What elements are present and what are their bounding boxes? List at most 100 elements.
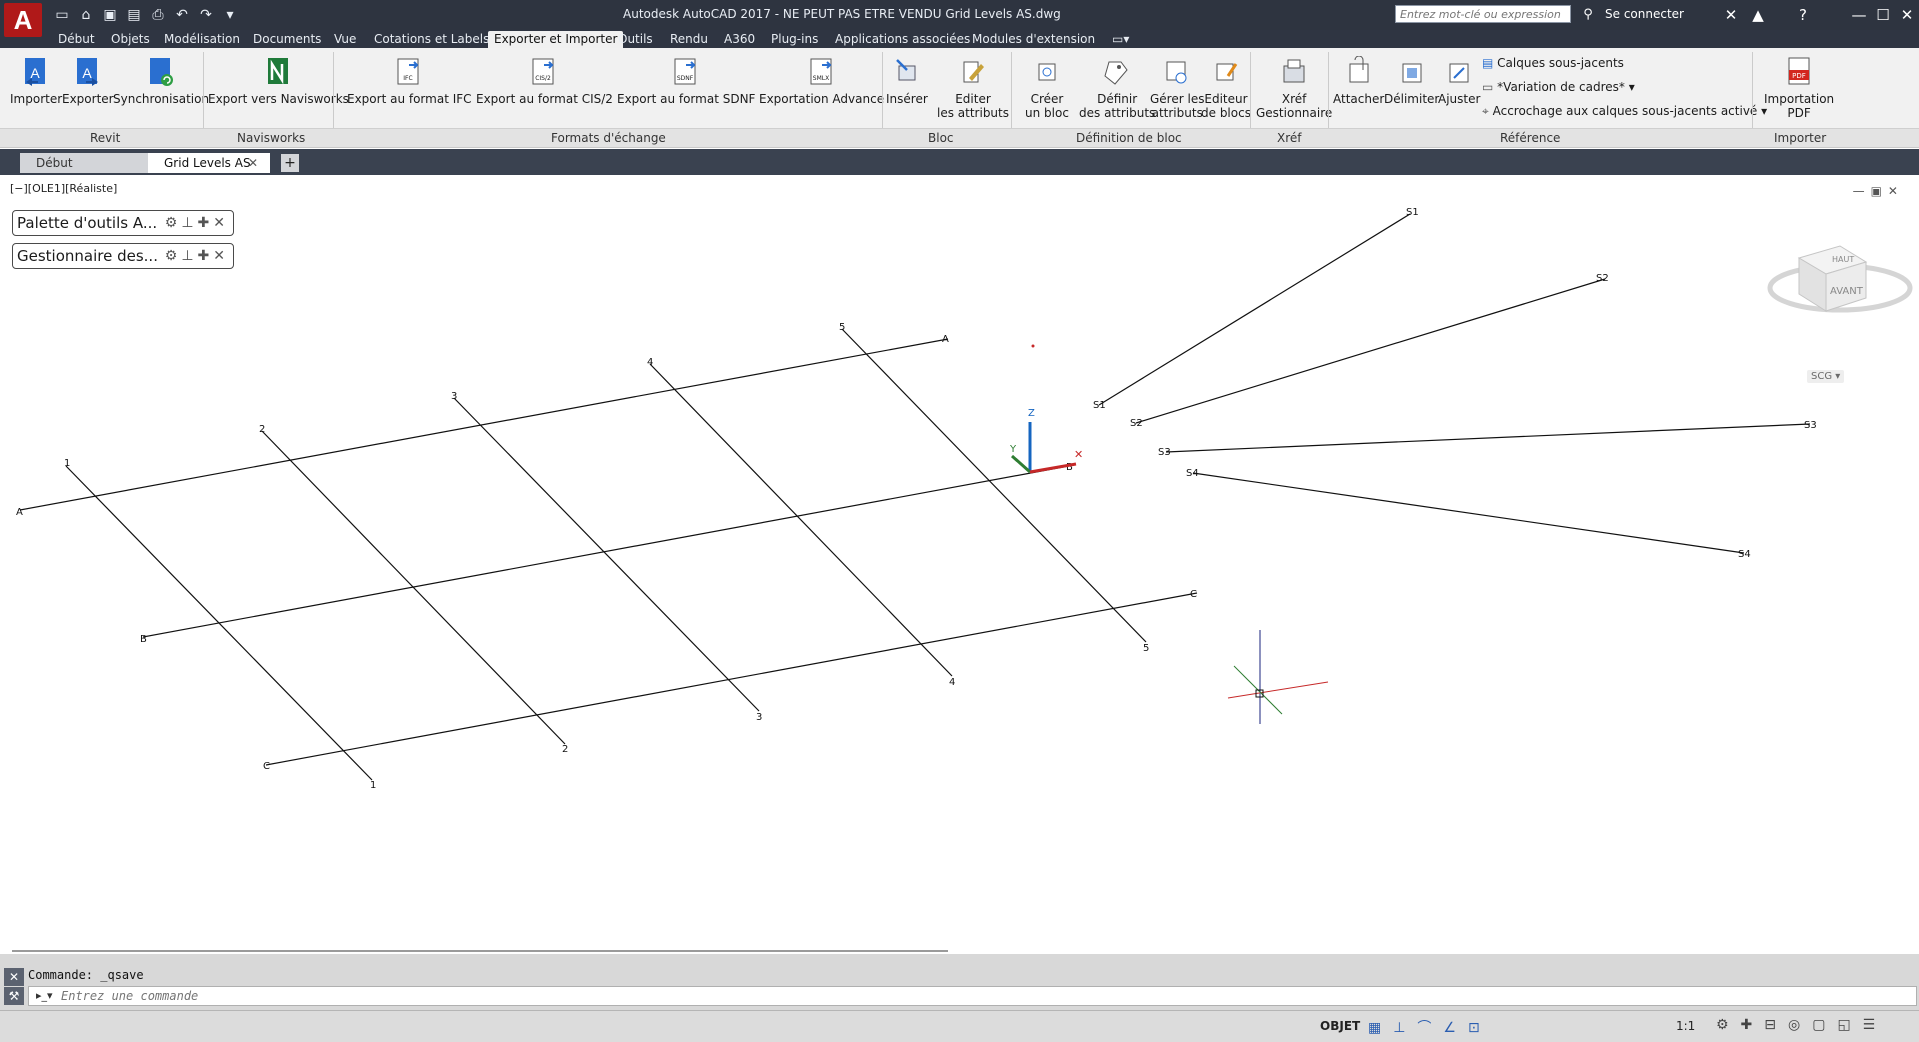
annotation-scale-dropdown[interactable]: 1:1 (1676, 1019, 1695, 1033)
autodesk-app-store-icon[interactable]: ▲ (1745, 4, 1771, 26)
tab-debut[interactable]: Début (58, 31, 95, 48)
print-icon[interactable]: ⎙ (148, 5, 168, 25)
tab-documents[interactable]: Documents (253, 31, 321, 48)
calques-sous-jacents-button[interactable]: ▤ Calques sous-jacents (1482, 56, 1624, 70)
binoculars-icon[interactable]: ⚲ (1575, 4, 1601, 26)
new-file-icon[interactable]: ▭ (52, 5, 72, 25)
grid-label-1-end: 1 (370, 780, 376, 791)
gerer-attributs-button[interactable]: Gérer les attributs (1150, 56, 1204, 120)
panel-label-formats[interactable]: Formats d'échange (551, 131, 666, 145)
panel-label-navisworks: Navisworks (237, 131, 306, 145)
tab-applications[interactable]: Applications associées (835, 31, 970, 48)
tab-exporter-importer[interactable]: Exporter et Importer (488, 31, 624, 48)
export-advance-button[interactable]: SMLX Exportation Advance (759, 56, 884, 106)
save-icon[interactable]: ▣ (100, 5, 120, 25)
ribbon-minimize-icon[interactable]: ▭▾ (1112, 31, 1129, 48)
drafting-settings-icons[interactable]: ▦⊥⌒∠⊡ (1368, 1017, 1492, 1037)
svg-text:PDF: PDF (1792, 72, 1806, 80)
importation-pdf-button[interactable]: PDF Importation PDF (1764, 56, 1834, 120)
close-tab-icon[interactable]: ✕ (244, 153, 262, 173)
definir-attributs-button[interactable]: Définir des attributs (1079, 56, 1155, 120)
export-ifc-button[interactable]: IFC Export au format IFC (347, 56, 472, 106)
minimize-icon[interactable]: — (1846, 4, 1872, 26)
save-as-icon[interactable]: ▤ (124, 5, 144, 25)
customize-command-line-icon[interactable]: ⚒ (4, 987, 24, 1005)
close-command-line-icon[interactable]: ✕ (4, 968, 24, 986)
command-input[interactable] (28, 986, 1917, 1006)
status-bar: OBJET ▦⊥⌒∠⊡ 1:1 ⚙✚⊟◎▢◱☰ (0, 1010, 1919, 1042)
radial-label-4-start: S4 (1186, 468, 1199, 479)
accrochage-dropdown[interactable]: ⌖ Accrochage aux calques sous-jacents ac… (1482, 104, 1767, 119)
radial-label-3-start: S3 (1158, 447, 1171, 458)
synchronisation-button[interactable]: Synchronisation (113, 56, 209, 106)
frame-icon: ▭ (1482, 80, 1494, 94)
viewcube[interactable]: HAUT AVANT (1767, 245, 1913, 313)
editer-attributs-button[interactable]: Editer les attributs (937, 56, 1009, 120)
ucs-menu-dropdown[interactable]: SCG ▾ (1807, 370, 1845, 383)
drawing-canvas[interactable]: A A B B C C 1 1 2 2 3 3 4 4 5 5 S1 S1 S2… (2, 176, 1914, 953)
ajuster-button[interactable]: Ajuster (1438, 56, 1480, 106)
advance-label: Exportation Advance (759, 92, 885, 106)
help-button[interactable]: ? (1790, 4, 1816, 26)
tab-modelisation[interactable]: Modélisation (164, 31, 240, 48)
grid-label-5-end: 5 (1143, 643, 1149, 654)
crosshair-cursor (1227, 630, 1329, 724)
horizontal-scrollbar[interactable] (12, 950, 948, 952)
doc-tab-debut[interactable]: Début (20, 153, 162, 173)
tab-objets[interactable]: Objets (111, 31, 150, 48)
tab-modules[interactable]: Modules d'extension (972, 31, 1095, 48)
delimiter-button[interactable]: Délimiter (1384, 56, 1439, 106)
tab-plugins[interactable]: Plug-ins (771, 31, 818, 48)
sign-in-button[interactable]: Se connecter (1605, 7, 1684, 21)
tab-vue[interactable]: Vue (334, 31, 356, 48)
export-navisworks-button[interactable]: Export vers Navisworks (208, 56, 349, 106)
grid-label-4-end: 4 (949, 677, 955, 688)
panel-label-definition[interactable]: Définition de bloc (1076, 131, 1182, 145)
grid-label-2-end: 2 (562, 744, 568, 755)
drawing-viewport[interactable]: [−][OLE1][Réaliste] —▣✕ Palette d'outils… (2, 176, 1914, 953)
search-input[interactable] (1395, 5, 1571, 23)
tab-rendu[interactable]: Rendu (670, 31, 708, 48)
close-window-icon[interactable]: ✕ (1894, 4, 1919, 26)
variation-cadres-dropdown[interactable]: ▭ *Variation de cadres* ▾ (1482, 80, 1635, 94)
model-space-toggle[interactable]: OBJET (1320, 1019, 1360, 1033)
application-menu-button[interactable]: A (4, 3, 42, 37)
svg-text:Z: Z (1028, 408, 1035, 419)
redo-icon[interactable]: ↷ (196, 5, 216, 25)
ribbon-panel-labels: Revit Navisworks Formats d'échange Bloc … (0, 128, 1919, 147)
inserer-button[interactable]: Insérer (886, 56, 928, 106)
tab-cotations[interactable]: Cotations et Labels (374, 31, 489, 48)
sdnf-label: Export au format SDNF (617, 92, 756, 106)
layers-icon: ▤ (1482, 56, 1494, 70)
export-cis2-button[interactable]: CIS/2 Export au format CIS/2 (476, 56, 613, 106)
radial-label-1-start: S1 (1093, 400, 1106, 411)
new-tab-button[interactable]: + (281, 154, 299, 172)
editeur-blocs-button[interactable]: Editeur de blocs (1201, 56, 1251, 120)
creer-bloc-button[interactable]: Créer un bloc (1025, 56, 1069, 120)
pdf-label-2: PDF (1787, 106, 1811, 120)
revit-import-icon: A (25, 58, 46, 86)
tab-a360[interactable]: A360 (724, 31, 755, 48)
export-sdnf-button[interactable]: SDNF Export au format SDNF (617, 56, 755, 106)
chevron-down-icon: ▾ (1628, 80, 1635, 94)
panel-label-reference[interactable]: Référence (1500, 131, 1560, 145)
maximize-icon[interactable]: ☐ (1870, 4, 1896, 26)
command-prompt-icon[interactable]: ▸_▾ (36, 989, 53, 1002)
undo-icon[interactable]: ↶ (172, 5, 192, 25)
open-file-icon[interactable]: ⌂ (76, 5, 96, 25)
svg-text:✕: ✕ (1074, 448, 1083, 461)
exporter-revit-button[interactable]: A Exporter (62, 56, 114, 106)
tab-outils[interactable]: Outils (618, 31, 653, 48)
exchange-icon[interactable]: ✕ (1718, 4, 1744, 26)
customize-qat-icon[interactable]: ▾ (220, 5, 240, 25)
adjust-icon (1449, 63, 1469, 83)
status-tools-icons[interactable]: ⚙✚⊟◎▢◱☰ (1716, 1017, 1887, 1033)
xref-label-2: Gestionnaire (1256, 106, 1333, 120)
panel-label-bloc[interactable]: Bloc (928, 131, 954, 145)
insert-block-icon (895, 59, 916, 81)
grid-label-a-start: A (16, 507, 23, 518)
attacher-button[interactable]: Attacher (1333, 56, 1384, 106)
radial-line-2 (1135, 278, 1606, 424)
importer-revit-button[interactable]: A Importer (10, 56, 62, 106)
xref-gestionnaire-button[interactable]: Xréf Gestionnaire (1256, 56, 1332, 120)
